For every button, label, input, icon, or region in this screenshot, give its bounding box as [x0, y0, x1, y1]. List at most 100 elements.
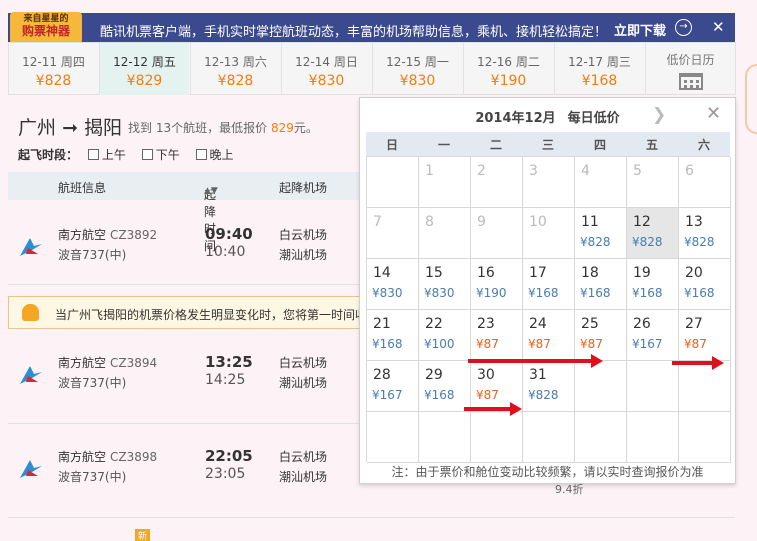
date-tab[interactable]: 12-13 周六 ¥828 [190, 43, 280, 95]
day-number: 26 [633, 316, 651, 332]
day-number: 5 [633, 163, 642, 179]
weekday-label: 五 [645, 138, 658, 152]
flight-row[interactable]: 南方航空 CZ3898 波音737(中) 22:05 23:05 白云机场 潮汕机… [8, 446, 368, 506]
day-number: 7 [373, 214, 382, 230]
calendar-empty-cell [679, 412, 731, 463]
flight-row[interactable]: 南方航空 CZ3894 波音737(中) 13:25 14:25 白云机场 潮汕机… [8, 352, 368, 412]
day-number: 11 [581, 214, 599, 230]
flight-row[interactable]: 南方航空 CZ3892 波音737(中) 09:40 10:40 白云机场 潮汕机… [8, 224, 368, 284]
download-now-link[interactable]: 立即下载 [614, 20, 666, 39]
day-price: ¥168 [684, 286, 715, 300]
day-number: 1 [425, 163, 434, 179]
tab-price: ¥829 [126, 73, 163, 89]
app-download-banner: 来自星星的 购票神器 酷讯机票客户端，手机实时掌控航班动态，丰富的机场帮助信息，… [8, 12, 735, 44]
arrow-right-icon[interactable]: → [675, 19, 692, 36]
low-price-calendar-tab[interactable]: 低价日历 [645, 43, 735, 95]
lowest-price: 829 [270, 121, 294, 135]
route-summary: 找到 13个航班，最低报价 829元。 [128, 119, 318, 136]
day-price: ¥87 [580, 337, 603, 351]
calendar-day[interactable]: 27 ¥87 [679, 310, 731, 361]
date-tab[interactable]: 12-17 周三 ¥168 [554, 43, 644, 95]
calendar-day[interactable]: 26 ¥167 [627, 310, 679, 361]
date-tab-selected[interactable]: 12-12 周五 ¥829 [99, 43, 189, 95]
day-price: ¥87 [684, 337, 707, 351]
calendar-day[interactable]: 16 ¥190 [471, 259, 523, 310]
sort-icon[interactable]: ▲▼ [204, 186, 218, 196]
calendar-day[interactable]: 23 ¥87 [471, 310, 523, 361]
calendar-day[interactable]: 20 ¥168 [679, 259, 731, 310]
calendar-day[interactable]: 12 ¥828 [627, 208, 679, 259]
calendar-day: 2 [471, 157, 523, 208]
header-airport: 起降机场 [279, 181, 328, 195]
row-divider [8, 284, 368, 285]
weekday-label: 二 [489, 138, 502, 152]
day-price: ¥87 [528, 337, 551, 351]
calendar-day[interactable]: 24 ¥87 [523, 310, 575, 361]
arrival-time: 10:40 [205, 244, 246, 260]
day-price: ¥828 [580, 235, 611, 249]
tab-price: ¥168 [581, 73, 618, 89]
calendar-day[interactable]: 31 ¥828 [523, 361, 575, 412]
tab-date: 12-13 周六 [204, 55, 267, 69]
calendar-day[interactable]: 28 ¥167 [367, 361, 419, 412]
calendar-day[interactable]: 29 ¥168 [419, 361, 471, 412]
filter-afternoon[interactable]: 下午 [141, 148, 180, 162]
date-tab[interactable]: 12-15 周一 ¥830 [372, 43, 462, 95]
close-icon[interactable]: ✕ [706, 103, 721, 124]
checkbox[interactable] [141, 149, 153, 160]
calendar-day[interactable]: 13 ¥828 [679, 208, 731, 259]
calendar-day[interactable]: 14 ¥830 [367, 259, 419, 310]
calendar-empty-cell [471, 412, 523, 463]
banner-close-icon[interactable]: ✕ [712, 18, 725, 36]
summary-suffix: 元。 [293, 121, 318, 135]
row-divider [8, 517, 735, 518]
page: 来自星星的 购票神器 酷讯机票客户端，手机实时掌控航班动态，丰富的机场帮助信息，… [0, 0, 757, 541]
calendar-empty-cell [367, 412, 419, 463]
calendar-day[interactable]: 17 ¥168 [523, 259, 575, 310]
arrival-airport: 潮汕机场 [279, 376, 328, 390]
tab-price: ¥828 [35, 73, 72, 89]
checkbox[interactable] [87, 149, 99, 160]
flight-list-header: 航班信息 起降时间 ▲▼ 起降机场 [8, 172, 368, 253]
banner-text: 酷讯机票客户端，手机实时掌控航班动态，丰富的机场帮助信息，乘机、接机轻松搞定！ [100, 25, 608, 40]
weekday-label: 四 [593, 138, 606, 152]
calendar-day: 10 [523, 208, 575, 259]
day-price: ¥828 [528, 388, 559, 402]
day-number: 17 [529, 265, 547, 281]
checkbox[interactable] [195, 149, 207, 160]
calendar-empty-cell [419, 412, 471, 463]
calendar-day[interactable]: 15 ¥830 [419, 259, 471, 310]
flight-number: CZ3898 [110, 450, 158, 464]
calendar-day[interactable]: 19 ¥168 [627, 259, 679, 310]
calendar-day[interactable]: 22 ¥100 [419, 310, 471, 361]
departure-airport: 白云机场 [279, 356, 328, 370]
day-number: 15 [425, 265, 443, 281]
calendar-day[interactable]: 11 ¥828 [575, 208, 627, 259]
tab-date: 12-14 周日 [295, 55, 358, 69]
arrival-airport: 潮汕机场 [279, 248, 328, 262]
header-flight-info: 航班信息 [58, 181, 107, 195]
calendar-icon [678, 73, 703, 90]
day-number: 19 [633, 265, 651, 281]
arrival-time: 14:25 [205, 372, 246, 388]
weekday-header: 日一二三四五六 [366, 132, 730, 156]
day-number: 22 [425, 316, 443, 332]
calendar-day[interactable]: 18 ¥168 [575, 259, 627, 310]
filter-evening[interactable]: 晚上 [195, 148, 234, 162]
calendar-empty-cell [627, 412, 679, 463]
calendar-grid: 1 2 3 4 5 6 7 8 9 10 11 ¥828 12 ¥828 13 ¥828 14 ¥830 15 ¥83… [366, 156, 731, 463]
departure-airport: 白云机场 [279, 450, 328, 464]
tab-price: ¥190 [490, 73, 527, 89]
weekday-label: 日 [385, 138, 398, 152]
date-tab[interactable]: 12-11 周四 ¥828 [8, 43, 98, 95]
next-month-icon[interactable]: ❯ [652, 105, 666, 125]
departure-time: 22:05 [205, 447, 253, 465]
airline-name: 南方航空 CZ3894 [58, 354, 157, 371]
calendar-empty-cell [575, 412, 627, 463]
date-tab[interactable]: 12-16 周二 ¥190 [463, 43, 553, 95]
calendar-day: 4 [575, 157, 627, 208]
date-tab[interactable]: 12-14 周日 ¥830 [281, 43, 371, 95]
calendar-day: 7 [367, 208, 419, 259]
calendar-day[interactable]: 21 ¥168 [367, 310, 419, 361]
filter-morning[interactable]: 上午 [87, 148, 126, 162]
